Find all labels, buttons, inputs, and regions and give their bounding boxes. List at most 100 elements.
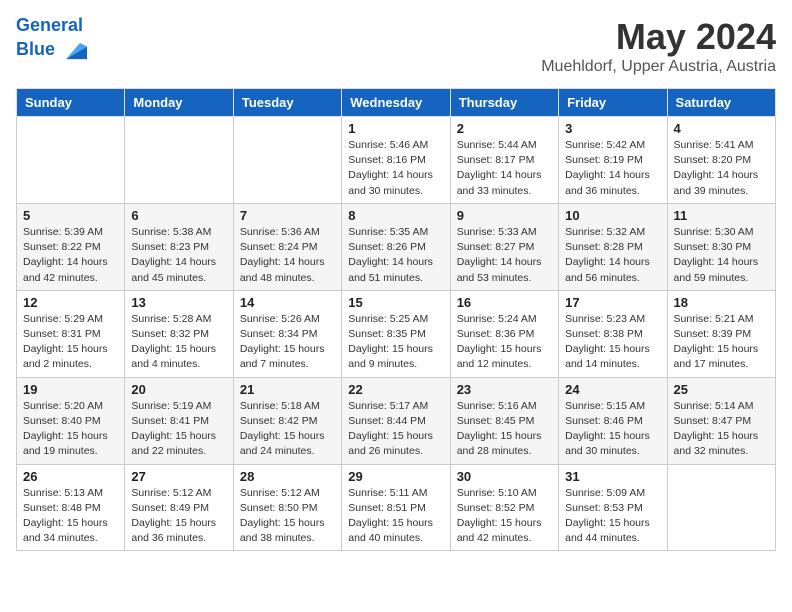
calendar-title: May 2024 [541,16,776,58]
day-number: 29 [348,469,443,484]
day-number: 27 [131,469,226,484]
day-info: Sunrise: 5:12 AM Sunset: 8:50 PM Dayligh… [240,486,335,547]
day-info: Sunrise: 5:36 AM Sunset: 8:24 PM Dayligh… [240,225,335,286]
day-number: 23 [457,382,552,397]
calendar-cell: 15 Sunrise: 5:25 AM Sunset: 8:35 PM Dayli… [342,290,450,377]
calendar-cell: 2 Sunrise: 5:44 AM Sunset: 8:17 PM Daylig… [450,117,558,204]
day-info: Sunrise: 5:29 AM Sunset: 8:31 PM Dayligh… [23,312,118,373]
week-row-4: 19Sunrise: 5:20 AM Sunset: 8:40 PM Dayli… [17,377,776,464]
day-info: Sunrise: 5:09 AM Sunset: 8:53 PM Dayligh… [565,486,660,547]
day-info: Sunrise: 5:23 AM Sunset: 8:38 PM Dayligh… [565,312,660,373]
calendar-cell: 16Sunrise: 5:24 AM Sunset: 8:36 PM Dayli… [450,290,558,377]
day-info: Sunrise: 5:16 AM Sunset: 8:45 PM Dayligh… [457,399,552,460]
day-number: 13 [131,295,226,310]
day-number: 11 [674,208,769,223]
calendar-cell [233,117,341,204]
day-number: 20 [131,382,226,397]
calendar-cell: 21 Sunrise: 5:18 AM Sunset: 8:42 PM Dayli… [233,377,341,464]
calendar-cell: 13Sunrise: 5:28 AM Sunset: 8:32 PM Dayli… [125,290,233,377]
calendar-cell: 29 Sunrise: 5:11 AM Sunset: 8:51 PM Dayli… [342,464,450,551]
day-number: 24 [565,382,660,397]
calendar-cell: 3 Sunrise: 5:42 AM Sunset: 8:19 PM Daylig… [559,117,667,204]
calendar-cell: 10 Sunrise: 5:32 AM Sunset: 8:28 PM Dayli… [559,203,667,290]
day-info: Sunrise: 5:25 AM Sunset: 8:35 PM Dayligh… [348,312,443,373]
day-info: Sunrise: 5:21 AM Sunset: 8:39 PM Dayligh… [674,312,769,373]
day-number: 30 [457,469,552,484]
day-info: Sunrise: 5:19 AM Sunset: 8:41 PM Dayligh… [131,399,226,460]
day-number: 9 [457,208,552,223]
logo-icon [59,36,87,64]
weekday-header-wednesday: Wednesday [342,89,450,117]
calendar-cell: 5 Sunrise: 5:39 AM Sunset: 8:22 PM Daylig… [17,203,125,290]
day-info: Sunrise: 5:38 AM Sunset: 8:23 PM Dayligh… [131,225,226,286]
calendar-subtitle: Muehldorf, Upper Austria, Austria [541,58,776,76]
logo-text: General [16,16,87,36]
day-number: 2 [457,121,552,136]
weekday-header-row: SundayMondayTuesdayWednesdayThursdayFrid… [17,89,776,117]
day-number: 16 [457,295,552,310]
weekday-header-thursday: Thursday [450,89,558,117]
day-number: 5 [23,208,118,223]
day-number: 17 [565,295,660,310]
calendar-cell: 31Sunrise: 5:09 AM Sunset: 8:53 PM Dayli… [559,464,667,551]
day-number: 18 [674,295,769,310]
week-row-2: 5 Sunrise: 5:39 AM Sunset: 8:22 PM Daylig… [17,203,776,290]
day-info: Sunrise: 5:46 AM Sunset: 8:16 PM Dayligh… [348,138,443,199]
calendar-cell: 22Sunrise: 5:17 AM Sunset: 8:44 PM Dayli… [342,377,450,464]
calendar-cell: 18 Sunrise: 5:21 AM Sunset: 8:39 PM Dayli… [667,290,775,377]
weekday-header-monday: Monday [125,89,233,117]
day-info: Sunrise: 5:13 AM Sunset: 8:48 PM Dayligh… [23,486,118,547]
day-number: 25 [674,382,769,397]
calendar-cell: 25Sunrise: 5:14 AM Sunset: 8:47 PM Dayli… [667,377,775,464]
day-info: Sunrise: 5:12 AM Sunset: 8:49 PM Dayligh… [131,486,226,547]
day-number: 14 [240,295,335,310]
day-info: Sunrise: 5:32 AM Sunset: 8:28 PM Dayligh… [565,225,660,286]
day-number: 4 [674,121,769,136]
calendar-cell: 9Sunrise: 5:33 AM Sunset: 8:27 PM Daylig… [450,203,558,290]
day-number: 28 [240,469,335,484]
weekday-header-sunday: Sunday [17,89,125,117]
calendar-cell: 1 Sunrise: 5:46 AM Sunset: 8:16 PM Daylig… [342,117,450,204]
day-info: Sunrise: 5:18 AM Sunset: 8:42 PM Dayligh… [240,399,335,460]
day-info: Sunrise: 5:17 AM Sunset: 8:44 PM Dayligh… [348,399,443,460]
day-info: Sunrise: 5:20 AM Sunset: 8:40 PM Dayligh… [23,399,118,460]
day-number: 21 [240,382,335,397]
day-info: Sunrise: 5:10 AM Sunset: 8:52 PM Dayligh… [457,486,552,547]
logo: General Blue [16,16,87,64]
day-number: 1 [348,121,443,136]
calendar-cell: 27 Sunrise: 5:12 AM Sunset: 8:49 PM Dayli… [125,464,233,551]
calendar-cell: 17 Sunrise: 5:23 AM Sunset: 8:38 PM Dayli… [559,290,667,377]
calendar-cell: 28 Sunrise: 5:12 AM Sunset: 8:50 PM Dayli… [233,464,341,551]
calendar-cell: 19Sunrise: 5:20 AM Sunset: 8:40 PM Dayli… [17,377,125,464]
page-header: General Blue May 2024 Muehldorf, Upper A… [16,16,776,76]
calendar-cell: 30 Sunrise: 5:10 AM Sunset: 8:52 PM Dayli… [450,464,558,551]
day-info: Sunrise: 5:30 AM Sunset: 8:30 PM Dayligh… [674,225,769,286]
calendar-cell: 14Sunrise: 5:26 AM Sunset: 8:34 PM Dayli… [233,290,341,377]
calendar-cell: 8Sunrise: 5:35 AM Sunset: 8:26 PM Daylig… [342,203,450,290]
day-number: 10 [565,208,660,223]
day-info: Sunrise: 5:44 AM Sunset: 8:17 PM Dayligh… [457,138,552,199]
calendar-table: SundayMondayTuesdayWednesdayThursdayFrid… [16,88,776,551]
logo-blue-text: Blue [16,40,55,60]
calendar-cell: 11 Sunrise: 5:30 AM Sunset: 8:30 PM Dayli… [667,203,775,290]
week-row-5: 26 Sunrise: 5:13 AM Sunset: 8:48 PM Dayli… [17,464,776,551]
day-info: Sunrise: 5:42 AM Sunset: 8:19 PM Dayligh… [565,138,660,199]
week-row-1: 1 Sunrise: 5:46 AM Sunset: 8:16 PM Daylig… [17,117,776,204]
day-number: 6 [131,208,226,223]
day-info: Sunrise: 5:41 AM Sunset: 8:20 PM Dayligh… [674,138,769,199]
week-row-3: 12 Sunrise: 5:29 AM Sunset: 8:31 PM Dayli… [17,290,776,377]
calendar-cell [125,117,233,204]
calendar-cell [667,464,775,551]
day-number: 15 [348,295,443,310]
day-number: 26 [23,469,118,484]
calendar-cell: 7 Sunrise: 5:36 AM Sunset: 8:24 PM Daylig… [233,203,341,290]
day-info: Sunrise: 5:15 AM Sunset: 8:46 PM Dayligh… [565,399,660,460]
day-number: 3 [565,121,660,136]
day-number: 12 [23,295,118,310]
calendar-cell: 4 Sunrise: 5:41 AM Sunset: 8:20 PM Daylig… [667,117,775,204]
day-number: 7 [240,208,335,223]
weekday-header-tuesday: Tuesday [233,89,341,117]
calendar-cell: 26 Sunrise: 5:13 AM Sunset: 8:48 PM Dayli… [17,464,125,551]
day-info: Sunrise: 5:11 AM Sunset: 8:51 PM Dayligh… [348,486,443,547]
day-info: Sunrise: 5:39 AM Sunset: 8:22 PM Dayligh… [23,225,118,286]
